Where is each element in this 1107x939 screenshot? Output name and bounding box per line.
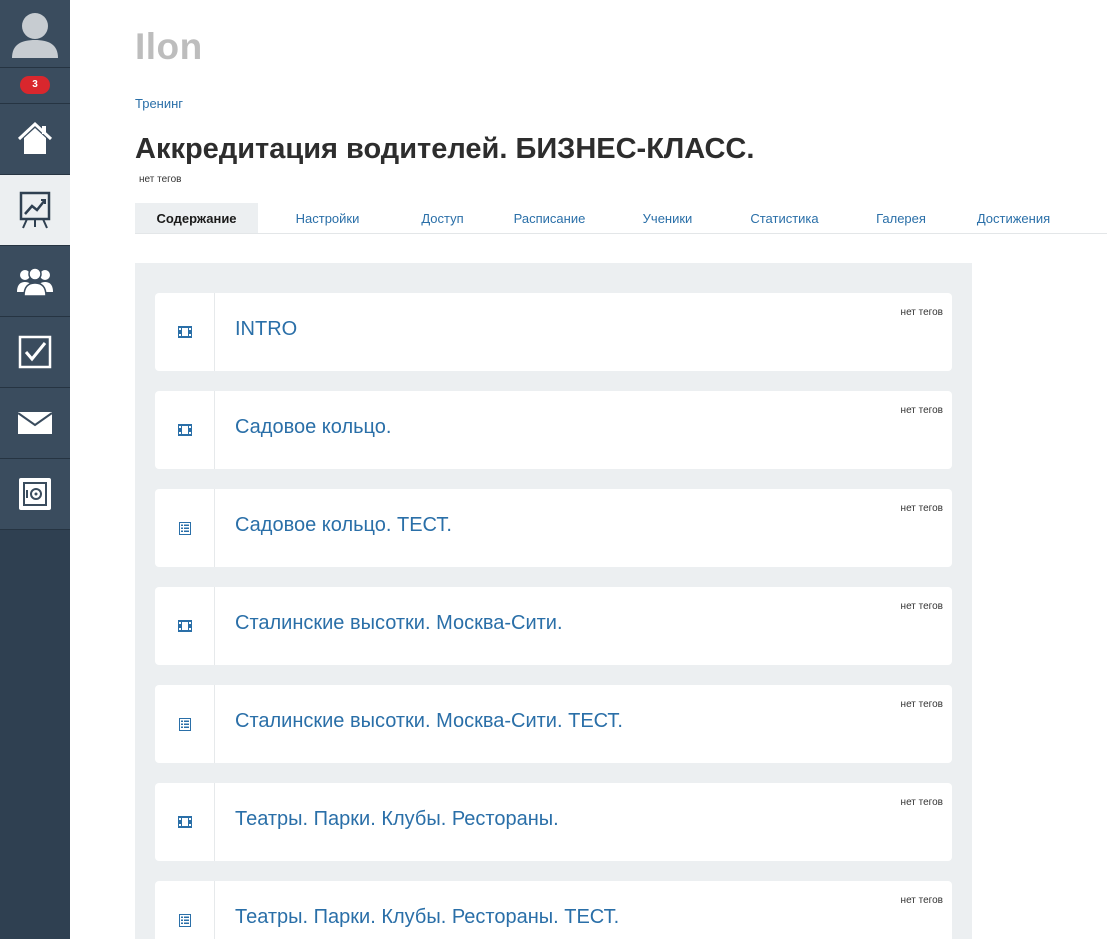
lesson-icon-cell xyxy=(155,881,215,939)
tab-students[interactable]: Ученики xyxy=(611,203,724,233)
sidebar-item-home[interactable] xyxy=(0,104,70,175)
film-icon xyxy=(177,326,192,338)
tab-bar: Содержание Настройки Доступ Расписание У… xyxy=(135,203,1107,234)
lesson-item[interactable]: Садовое кольцо. ТЕСТ. нет тегов xyxy=(155,489,952,567)
lesson-title-link[interactable]: Садовое кольцо. ТЕСТ. xyxy=(235,514,452,537)
lesson-title-link[interactable]: Садовое кольцо. xyxy=(235,416,391,439)
notification-count-badge: 3 xyxy=(20,76,50,94)
page-tags: нет тегов xyxy=(139,174,182,185)
lesson-tags: нет тегов xyxy=(900,503,943,514)
sidebar-item-tasks[interactable] xyxy=(0,317,70,388)
lesson-item[interactable]: INTRO нет тегов xyxy=(155,293,952,371)
lesson-item[interactable]: Сталинские высотки. Москва-Сити. нет тег… xyxy=(155,587,952,665)
app-title: Ilon xyxy=(135,26,203,67)
film-icon xyxy=(177,816,192,828)
tab-settings[interactable]: Настройки xyxy=(258,203,397,233)
lesson-title-link[interactable]: Театры. Парки. Клубы. Рестораны. ТЕСТ. xyxy=(235,906,619,929)
tab-content[interactable]: Содержание xyxy=(135,203,258,233)
lesson-item[interactable]: Театры. Парки. Клубы. Рестораны. ТЕСТ. н… xyxy=(155,881,952,939)
lesson-icon-cell xyxy=(155,587,215,665)
home-icon xyxy=(17,121,53,154)
lesson-icon-cell xyxy=(155,293,215,371)
safe-icon xyxy=(19,478,51,510)
sidebar-item-mail[interactable] xyxy=(0,388,70,459)
lesson-tags: нет тегов xyxy=(900,405,943,416)
tab-achievements[interactable]: Достижения xyxy=(957,203,1070,233)
lesson-tags: нет тегов xyxy=(900,699,943,710)
lesson-item[interactable]: Садовое кольцо. нет тегов xyxy=(155,391,952,469)
film-icon xyxy=(177,620,192,632)
user-avatar[interactable] xyxy=(0,0,70,68)
lesson-title-link[interactable]: Сталинские высотки. Москва-Сити. xyxy=(235,612,563,635)
lesson-title-link[interactable]: INTRO xyxy=(235,318,297,341)
sidebar-item-users[interactable] xyxy=(0,246,70,317)
lesson-tags: нет тегов xyxy=(900,895,943,906)
notifications[interactable]: 3 xyxy=(0,68,70,104)
tab-statistics[interactable]: Статистика xyxy=(724,203,845,233)
users-group-icon xyxy=(17,267,53,297)
sidebar-item-safe[interactable] xyxy=(0,459,70,530)
lesson-icon-cell xyxy=(155,489,215,567)
tab-gallery[interactable]: Галерея xyxy=(845,203,957,233)
tab-schedule[interactable]: Расписание xyxy=(488,203,611,233)
lesson-icon-cell xyxy=(155,783,215,861)
lesson-icon-cell xyxy=(155,391,215,469)
test-list-icon xyxy=(178,521,191,535)
lessons-panel: INTRO нет тегов Садовое кольцо. нет тего… xyxy=(135,263,972,939)
page-title: Аккредитация водителей. БИЗНЕС-КЛАСС. xyxy=(135,133,755,165)
film-icon xyxy=(177,424,192,436)
test-list-icon xyxy=(178,717,191,731)
lesson-title-link[interactable]: Сталинские высотки. Москва-Сити. ТЕСТ. xyxy=(235,710,623,733)
lesson-tags: нет тегов xyxy=(900,307,943,318)
breadcrumb-training-link[interactable]: Тренинг xyxy=(135,96,183,111)
lesson-title-link[interactable]: Театры. Парки. Клубы. Рестораны. xyxy=(235,808,559,831)
test-list-icon xyxy=(178,913,191,927)
lesson-tags: нет тегов xyxy=(900,797,943,808)
lesson-item[interactable]: Театры. Парки. Клубы. Рестораны. нет тег… xyxy=(155,783,952,861)
user-avatar-icon xyxy=(12,13,58,58)
lesson-tags: нет тегов xyxy=(900,601,943,612)
sidebar-item-training[interactable] xyxy=(0,175,70,246)
lesson-icon-cell xyxy=(155,685,215,763)
tab-access[interactable]: Доступ xyxy=(397,203,488,233)
mail-icon xyxy=(17,412,53,434)
sidebar: 3 xyxy=(0,0,70,939)
tasks-checkbox-icon xyxy=(18,335,52,369)
training-chart-icon xyxy=(19,191,51,229)
lesson-item[interactable]: Сталинские высотки. Москва-Сити. ТЕСТ. н… xyxy=(155,685,952,763)
